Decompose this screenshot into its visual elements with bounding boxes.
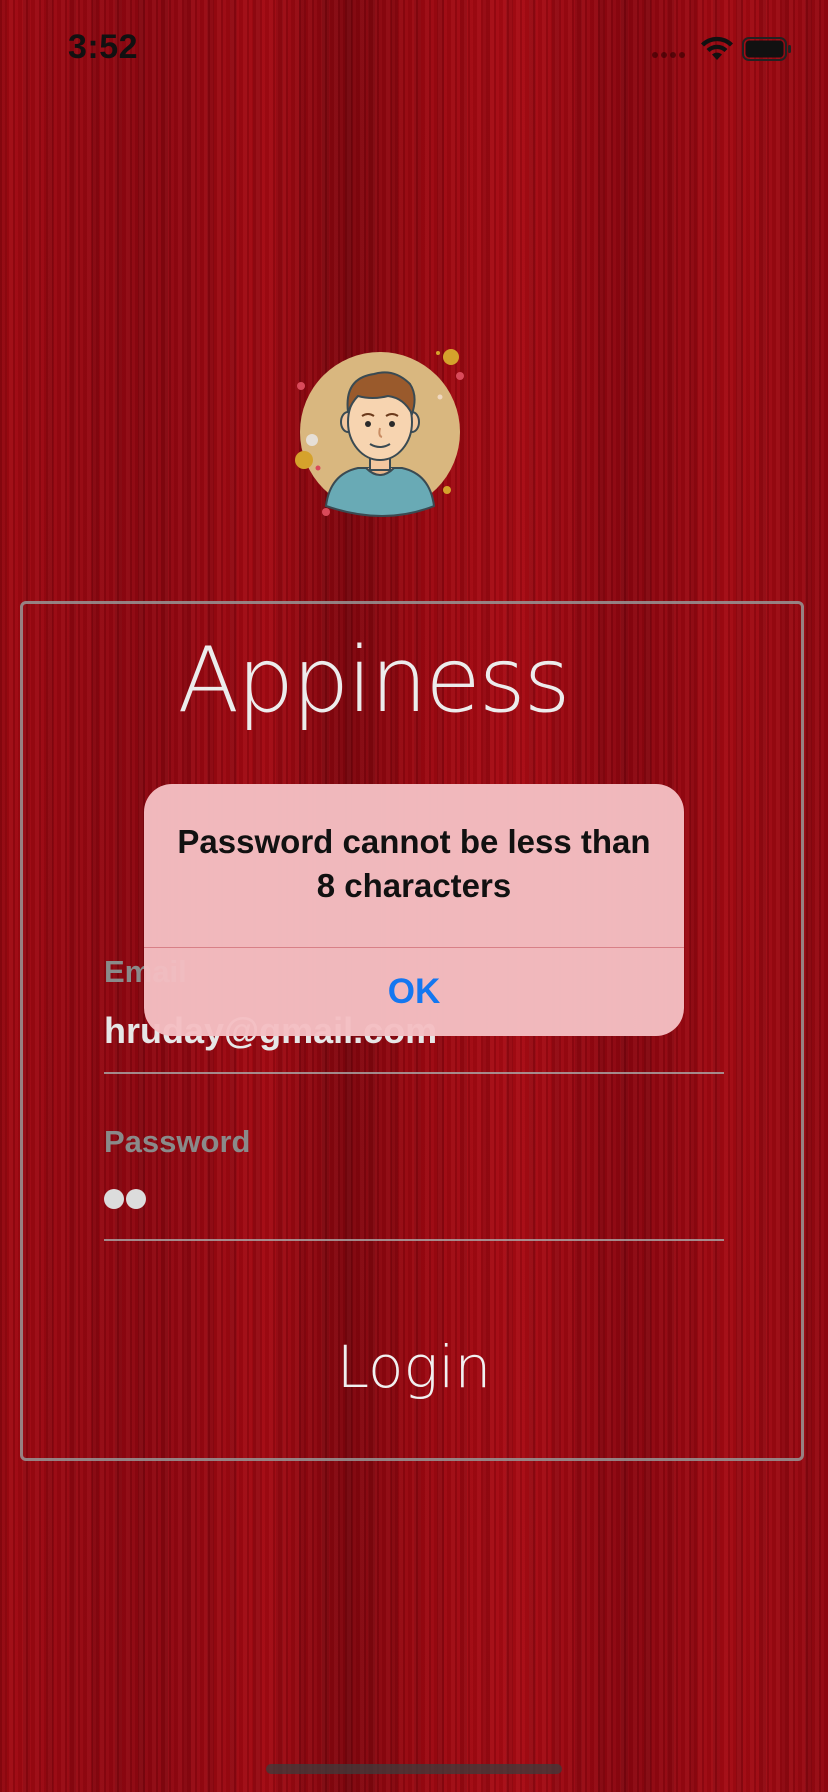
avatar bbox=[295, 349, 464, 517]
app-title: Appiness bbox=[177, 628, 570, 733]
password-label: Password bbox=[104, 1124, 251, 1159]
home-indicator[interactable] bbox=[266, 1764, 562, 1774]
password-mask-dot bbox=[104, 1189, 124, 1209]
battery-icon bbox=[742, 37, 791, 61]
cellular-signal-icon bbox=[652, 52, 685, 58]
status-time: 3:52 bbox=[68, 28, 139, 66]
status-bar: 3:52 bbox=[0, 0, 828, 100]
login-button[interactable]: Login bbox=[214, 1322, 614, 1412]
ok-button[interactable]: OK bbox=[144, 948, 684, 1036]
password-field[interactable] bbox=[104, 1189, 146, 1209]
password-field-underline bbox=[104, 1239, 724, 1241]
password-mask-dot bbox=[126, 1189, 146, 1209]
wifi-icon bbox=[701, 36, 733, 60]
alert-dialog: Password cannot be less than 8 character… bbox=[144, 784, 684, 1036]
email-field-underline bbox=[104, 1072, 724, 1074]
alert-message: Password cannot be less than 8 character… bbox=[177, 823, 651, 904]
